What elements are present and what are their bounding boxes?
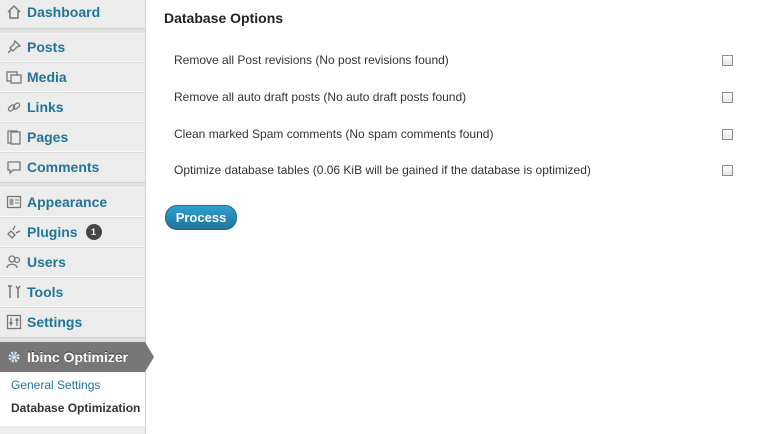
option-checkbox[interactable] xyxy=(722,91,733,103)
sidebar-item-users[interactable]: Users xyxy=(0,247,145,277)
option-checkbox[interactable] xyxy=(722,128,733,140)
sidebar-item-dashboard[interactable]: Dashboard xyxy=(0,0,145,27)
sidebar-item-comments[interactable]: Comments xyxy=(0,152,145,182)
media-icon xyxy=(6,69,22,85)
sidebar-item-tools[interactable]: Tools xyxy=(0,277,145,307)
option-checkbox[interactable] xyxy=(722,54,733,66)
appearance-icon xyxy=(6,194,22,210)
sidebar-item-pages[interactable]: Pages xyxy=(0,122,145,152)
sidebar-item-label: Dashboard xyxy=(27,4,101,20)
submenu-database-optimization[interactable]: Database Optimization xyxy=(11,401,140,415)
sidebar-item-label: Settings xyxy=(27,314,83,330)
update-count-badge: 1 xyxy=(85,224,102,240)
sidebar-item-posts[interactable]: Posts xyxy=(0,32,145,62)
sidebar-item-media[interactable]: Media xyxy=(0,62,145,92)
option-row: Remove all Post revisions (No post revis… xyxy=(174,50,734,70)
sidebar-item-label: Pages xyxy=(27,129,69,145)
option-label: Remove all Post revisions (No post revis… xyxy=(174,53,449,67)
option-row: Optimize database tables (0.06 KiB will … xyxy=(174,160,734,180)
pin-icon xyxy=(6,39,22,55)
sidebar-item-label: Media xyxy=(27,69,67,85)
link-icon xyxy=(6,99,22,115)
tools-icon xyxy=(6,284,22,300)
page-title: Database Options xyxy=(164,10,284,26)
option-label: Remove all auto draft posts (No auto dra… xyxy=(174,90,467,104)
sidebar-item-settings[interactable]: Settings xyxy=(0,307,145,337)
sidebar-item-label: Appearance xyxy=(27,194,108,210)
option-row: Remove all auto draft posts (No auto dra… xyxy=(174,87,734,107)
plugin-icon xyxy=(6,224,22,240)
users-icon xyxy=(6,254,22,270)
pages-icon xyxy=(6,129,22,145)
sidebar-item-plugins[interactable]: Plugins 1 xyxy=(0,217,145,247)
admin-sidebar: Dashboard Posts Media Links Pages Commen… xyxy=(0,0,154,434)
option-label: Clean marked Spam comments (No spam comm… xyxy=(174,127,494,141)
dashboard-icon xyxy=(6,4,22,20)
sidebar-item-links[interactable]: Links xyxy=(0,92,145,122)
sidebar-item-label: Ibinc Optimizer xyxy=(27,349,129,365)
sidebar-item-ibinc-optimizer[interactable]: Ibinc Optimizer xyxy=(0,342,154,372)
submenu-general-settings[interactable]: General Settings xyxy=(11,378,100,392)
sidebar-item-label: Comments xyxy=(27,159,100,175)
sidebar-item-label: Tools xyxy=(27,284,64,300)
submenu: General Settings Database Optimization xyxy=(0,372,145,426)
sidebar-item-label: Posts xyxy=(27,39,66,55)
gear-icon xyxy=(6,349,22,365)
settings-icon xyxy=(6,314,22,330)
sidebar-item-label: Plugins xyxy=(27,224,78,240)
sidebar-item-label: Users xyxy=(27,254,66,270)
sidebar-item-appearance[interactable]: Appearance xyxy=(0,187,145,217)
process-button[interactable]: Process xyxy=(165,205,237,230)
option-checkbox[interactable] xyxy=(722,164,733,176)
option-label: Optimize database tables (0.06 KiB will … xyxy=(174,163,591,177)
option-row: Clean marked Spam comments (No spam comm… xyxy=(174,124,734,144)
sidebar-item-label: Links xyxy=(27,99,64,115)
comment-icon xyxy=(6,159,22,175)
